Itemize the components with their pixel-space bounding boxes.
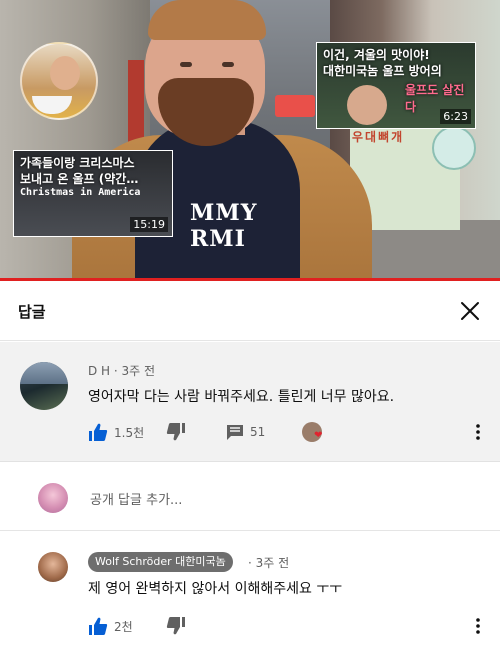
card-title: 이건, 겨울의 맛이야! 대한미국놈 울프 방어의 (323, 47, 442, 79)
thumbs-down-icon (166, 423, 185, 441)
add-reply-row[interactable]: 공개 답글 추가... (0, 463, 500, 531)
comment-meta: · 3주 전 (248, 554, 289, 571)
thumbs-up-icon (89, 423, 108, 441)
creator-heart: ❤ (302, 420, 330, 444)
more-vertical-icon (476, 424, 480, 440)
like-count: 2천 (114, 619, 133, 634)
hoodie-print: MMY RMI (190, 200, 257, 252)
channel-circle-thumbnail[interactable] (20, 42, 98, 120)
comment-author[interactable]: D H (88, 364, 110, 378)
like-button[interactable]: 2천 (88, 614, 133, 638)
parent-comment: D H · 3주 전 영어자막 다는 사람 바꿔주세요. 틀린게 너무 많아요.… (0, 342, 500, 462)
man-eye (180, 62, 192, 67)
shop-sign-text: 우대뼈개 (352, 130, 405, 144)
replies-header: 답글 (0, 281, 500, 341)
card-duration: 6:23 (440, 109, 471, 124)
comment-meta: D H · 3주 전 (88, 362, 155, 379)
my-avatar (38, 483, 68, 513)
background-neon-sign (275, 95, 315, 117)
thumbs-down-icon (166, 617, 185, 635)
meta-separator: · (248, 556, 256, 570)
end-screen-video-card[interactable]: 이건, 겨울의 맛이야! 대한미국놈 울프 방어의 울프도 살진다 6:23 (316, 42, 476, 129)
card-title-line: 가족들이랑 크리스마스 (20, 156, 135, 170)
like-count: 1.5천 (114, 425, 145, 440)
close-button[interactable] (458, 299, 482, 323)
comment-time: 3주 전 (255, 556, 290, 570)
thumbnail-bowl (32, 96, 72, 114)
comment-actions: 1.5천 51 ❤ (88, 420, 488, 444)
heart-icon: ❤ (314, 430, 323, 441)
avatar-sky (20, 362, 68, 384)
reply-count-button[interactable]: 51 (226, 420, 265, 444)
card-face (347, 85, 387, 125)
video-player[interactable]: 우대뼈개 MMY RMI 가족들이랑 크리스마스 보내고 온 울프 (약간… C… (0, 0, 500, 280)
thumbs-up-icon (89, 617, 108, 635)
comment-icon (227, 425, 243, 440)
card-title: 가족들이랑 크리스마스 보내고 온 울프 (약간… (20, 155, 138, 187)
like-button[interactable]: 1.5천 (88, 420, 144, 444)
hoodie-print-line: RMI (190, 226, 246, 252)
man-hair (148, 0, 266, 40)
more-vertical-icon (476, 618, 480, 634)
card-subtitle: Christmas in America (20, 187, 141, 198)
comment-text: 제 영어 완벽하지 않아서 이해해주세요 ㅜㅜ (88, 581, 343, 597)
more-options-button[interactable] (470, 614, 486, 638)
thumbnail-face (50, 56, 80, 90)
comment-time: 3주 전 (121, 364, 156, 378)
shop-mascot-graphic (432, 126, 476, 170)
reply-comment: Wolf Schröder 대한미국놈 · 3주 전 제 영어 완벽하지 않아서… (0, 532, 500, 652)
end-screen-video-card[interactable]: 가족들이랑 크리스마스 보내고 온 울프 (약간… Christmas in A… (13, 150, 173, 237)
creator-name-badge[interactable]: Wolf Schröder 대한미국놈 (88, 552, 233, 572)
more-options-button[interactable] (470, 420, 486, 444)
dislike-button[interactable] (166, 420, 186, 444)
avatar[interactable] (38, 552, 68, 582)
comment-text: 영어자막 다는 사람 바꿔주세요. 틀린게 너무 많아요. (88, 389, 395, 405)
card-title-line: 보내고 온 울프 (약간… (20, 172, 139, 186)
man-eye (222, 62, 234, 67)
reply-count: 51 (250, 425, 266, 439)
card-title-line: 대한미국놈 울프 방어의 (323, 64, 442, 78)
card-duration: 15:19 (130, 217, 168, 232)
card-title-line: 이건, 겨울의 맛이야! (323, 48, 430, 62)
close-icon (461, 302, 479, 320)
hoodie-print-line: MMY (190, 200, 258, 226)
meta-separator: · (113, 364, 122, 378)
dislike-button[interactable] (166, 614, 186, 638)
avatar[interactable] (20, 362, 68, 410)
add-reply-input[interactable]: 공개 답글 추가... (90, 489, 182, 508)
replies-title: 답글 (18, 303, 46, 321)
comment-actions: 2천 (88, 614, 488, 638)
